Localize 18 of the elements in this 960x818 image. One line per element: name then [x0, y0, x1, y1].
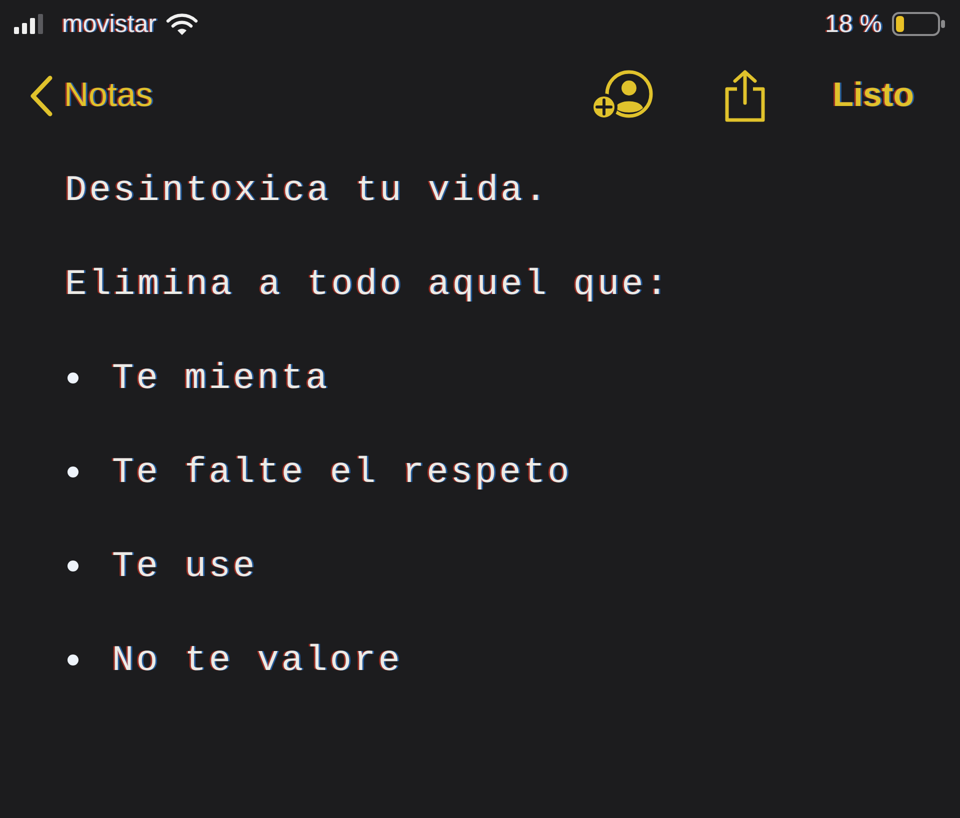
note-text: Desintoxica tu vida. [65, 170, 550, 210]
battery-icon [892, 12, 946, 36]
signal-icon [14, 14, 46, 34]
battery-percent: 18 % [825, 10, 882, 38]
bullet-icon [67, 560, 79, 572]
bullet-icon [67, 372, 79, 384]
bullet-icon [67, 466, 79, 478]
carrier-name: movistar [62, 10, 156, 38]
back-button[interactable]: Notas [28, 74, 153, 116]
note-text: Elimina a todo aquel que: [65, 264, 670, 304]
list-item-text: Te use [112, 546, 258, 586]
list-item-text: Te mienta [112, 358, 330, 398]
list-item-text: Te falte el respeto [112, 452, 572, 492]
bullet-icon [67, 654, 79, 666]
done-button[interactable]: Listo [832, 76, 914, 115]
wifi-icon [166, 12, 198, 36]
back-chevron-icon [28, 74, 54, 116]
list-item-text: No te valore [112, 640, 402, 680]
